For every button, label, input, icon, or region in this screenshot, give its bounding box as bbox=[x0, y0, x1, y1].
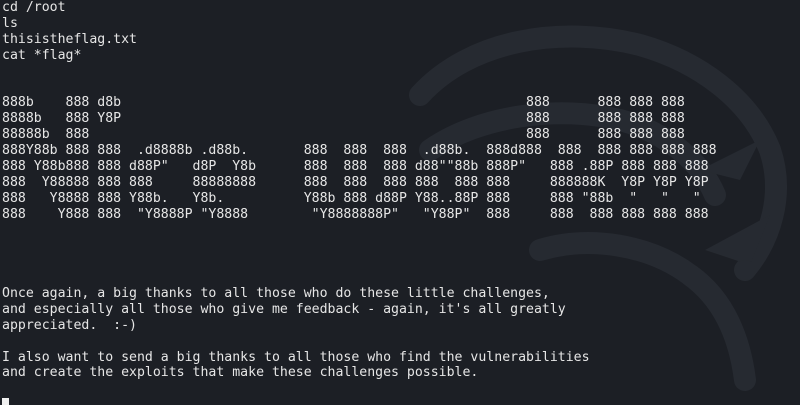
terminal-line-cat: cat *flag* bbox=[2, 47, 82, 63]
ascii-art-line: 888 Y8888 888 Y88b. Y8b. Y88b 888 d88P Y… bbox=[2, 190, 701, 206]
ascii-art-line: 888 Y88b888 888 d88P" d8P Y8b 888 888 88… bbox=[2, 158, 709, 174]
terminal-line-ls: ls bbox=[2, 15, 18, 31]
ascii-art-line: 888Y88b 888 888 .d8888b .d88b. 888 888 8… bbox=[2, 143, 717, 159]
ascii-art-line: 88888b 888 888 888 888 888 bbox=[2, 127, 685, 143]
ascii-art-line: 888b 888 d8b 888 888 888 888 bbox=[2, 95, 685, 111]
ascii-art-line: 888 Y88888 888 888 88888888 888 888 888 … bbox=[2, 174, 709, 190]
message-line: I also want to send a big thanks to all … bbox=[2, 349, 590, 365]
block-cursor-icon bbox=[2, 398, 9, 405]
message-line: and especially all those who give me fee… bbox=[2, 301, 566, 317]
terminal-line-cd: cd /root bbox=[2, 0, 66, 15]
ascii-art-line: 888 Y888 888 "Y8888P "Y8888 "Y8888888P" … bbox=[2, 206, 709, 222]
terminal-output: cd /root ls thisistheflag.txt cat *flag* 888… bbox=[2, 0, 717, 397]
message-line: and create the exploits that make these … bbox=[2, 365, 479, 381]
ascii-art-line: 8888b 888 Y8P 888 888 888 888 bbox=[2, 111, 685, 127]
message-line: Once again, a big thanks to all those wh… bbox=[2, 286, 550, 302]
message-line: appreciated. :-) bbox=[2, 317, 137, 333]
terminal-line-file: thisistheflag.txt bbox=[2, 31, 137, 47]
terminal-window[interactable]: cd /root ls thisistheflag.txt cat *flag* 888… bbox=[0, 0, 800, 405]
